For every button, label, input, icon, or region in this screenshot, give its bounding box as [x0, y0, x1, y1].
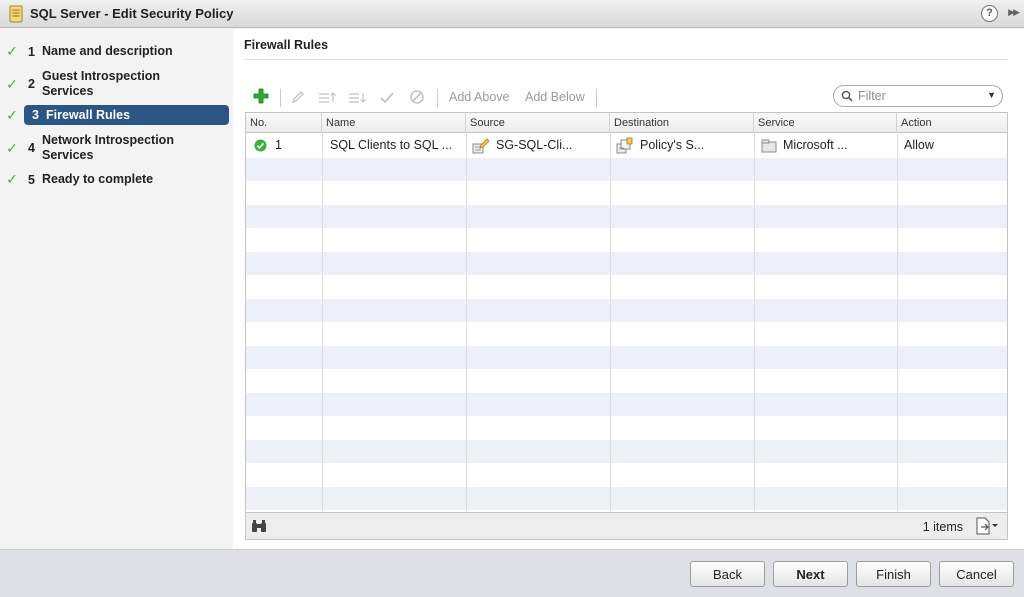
column-header-action[interactable]: Action: [897, 113, 1007, 133]
rule-destination: Policy's S...: [640, 138, 705, 152]
wizard-footer: Back Next Finish Cancel: [0, 549, 1024, 597]
step-number: 2: [28, 77, 35, 91]
column-header-source[interactable]: Source: [466, 113, 610, 133]
window-titlebar: SQL Server - Edit Security Policy ? ▶▶: [0, 0, 1024, 28]
policy-scroll-icon: [9, 5, 23, 22]
step-firewall-rules[interactable]: 3 Firewall Rules: [24, 105, 229, 125]
items-count: 1 items: [922, 520, 963, 534]
step-ready-to-complete[interactable]: ✓ 5 Ready to complete: [4, 171, 230, 188]
column-divider: [897, 134, 898, 512]
table-row: [246, 275, 1007, 299]
move-up-icon[interactable]: [318, 89, 336, 105]
table-row: [246, 228, 1007, 252]
rule-source: SG-SQL-Cli...: [496, 138, 573, 152]
rule-service: Microsoft ...: [783, 138, 848, 152]
column-divider: [754, 134, 755, 512]
step-number: 1: [28, 44, 35, 59]
search-icon: [841, 90, 853, 102]
service-icon: [761, 139, 777, 153]
security-group-edit-icon: [472, 138, 490, 154]
edit-pencil-icon[interactable]: [290, 89, 306, 105]
enabled-status-icon: [254, 139, 267, 152]
rule-action: Allow: [904, 138, 934, 152]
step-label: Ready to complete: [42, 172, 154, 186]
table-row: [246, 298, 1007, 322]
add-below-button[interactable]: Add Below: [525, 90, 585, 104]
firewall-rules-grid: No. Name Source Destination Service Acti…: [245, 112, 1008, 540]
column-divider: [322, 134, 323, 512]
rule-name: SQL Clients to SQL ...: [330, 138, 453, 152]
export-icon[interactable]: [975, 517, 999, 535]
grid-footer: 1 items: [246, 512, 1007, 539]
table-row: [246, 322, 1007, 346]
expand-icon[interactable]: ▶▶: [1008, 7, 1020, 18]
enable-check-icon[interactable]: [379, 89, 395, 105]
step-label: Name and description: [42, 44, 173, 58]
step-label: Firewall Rules: [46, 107, 131, 122]
rule-number-cell: 1: [254, 134, 282, 158]
column-divider: [466, 134, 467, 512]
step-name-and-description[interactable]: ✓ 1 Name and description: [4, 43, 230, 60]
add-above-button[interactable]: Add Above: [449, 90, 509, 104]
rule-destination-cell: Policy's S...: [616, 134, 704, 158]
grid-header: No. Name Source Destination Service Acti…: [246, 113, 1007, 133]
check-icon: ✓: [6, 139, 18, 156]
check-icon: ✓: [6, 171, 18, 187]
table-row: [246, 204, 1007, 228]
add-icon[interactable]: [253, 88, 269, 104]
column-header-destination[interactable]: Destination: [610, 113, 754, 133]
divider: [244, 59, 1008, 60]
column-header-service[interactable]: Service: [754, 113, 897, 133]
disable-icon[interactable]: [409, 89, 425, 105]
filter-placeholder: Filter: [858, 89, 886, 103]
help-button[interactable]: ?: [981, 5, 998, 22]
table-row: [246, 463, 1007, 487]
table-row: [246, 486, 1007, 510]
rule-source-cell: SG-SQL-Cli...: [472, 134, 572, 158]
step-guest-introspection[interactable]: ✓ 2 Guest Introspection Services: [4, 69, 230, 99]
finish-button[interactable]: Finish: [856, 561, 931, 587]
table-row: [246, 369, 1007, 393]
table-row: [246, 181, 1007, 205]
column-header-no[interactable]: No.: [246, 113, 322, 133]
next-button[interactable]: Next: [773, 561, 848, 587]
main-panel: Firewall Rules Add Above Add Below Filte…: [233, 29, 1024, 549]
check-icon: ✓: [6, 75, 18, 92]
step-number: 3: [32, 108, 39, 122]
step-label: Network Introspection Services: [42, 133, 174, 162]
binoculars-icon[interactable]: [251, 519, 267, 533]
step-number: 4: [28, 141, 35, 155]
column-divider: [610, 134, 611, 512]
table-row: [246, 439, 1007, 463]
policy-security-groups-icon: [616, 137, 633, 154]
window-title: SQL Server - Edit Security Policy: [30, 6, 234, 21]
table-row: [246, 157, 1007, 181]
section-title: Firewall Rules: [244, 38, 329, 52]
rule-number: 1: [275, 138, 282, 152]
table-row: [246, 392, 1007, 416]
rule-service-cell: Microsoft ...: [761, 134, 848, 158]
cancel-button[interactable]: Cancel: [939, 561, 1014, 587]
move-down-icon[interactable]: [348, 89, 366, 105]
step-label: Guest Introspection Services: [42, 69, 161, 98]
check-icon: ✓: [6, 43, 18, 59]
filter-input[interactable]: Filter ▼: [833, 85, 1003, 107]
table-row: [246, 251, 1007, 275]
chevron-down-icon[interactable]: ▼: [987, 90, 996, 100]
check-icon: ✓: [6, 107, 18, 123]
step-network-introspection[interactable]: ✓ 4 Network Introspection Services: [4, 133, 230, 163]
back-button[interactable]: Back: [690, 561, 765, 587]
step-number: 5: [28, 172, 35, 187]
table-row: [246, 416, 1007, 440]
divider: [596, 89, 597, 107]
divider: [437, 89, 438, 107]
column-header-name[interactable]: Name: [322, 113, 466, 133]
wizard-steps: ✓ 1 Name and description ✓ 2 Guest Intro…: [0, 29, 233, 549]
divider: [280, 89, 281, 107]
grid-rows: 1 SQL Clients to SQL ... SG-SQL-Cli... P…: [246, 134, 1007, 512]
table-row: [246, 345, 1007, 369]
table-row[interactable]: 1 SQL Clients to SQL ... SG-SQL-Cli... P…: [246, 134, 1007, 158]
